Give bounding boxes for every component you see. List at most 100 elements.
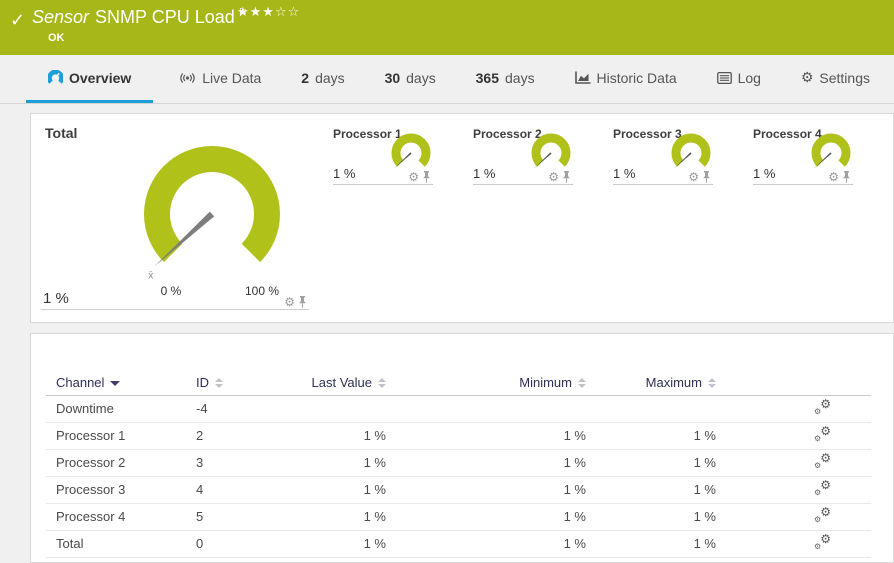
- table-row[interactable]: Processor 4 5 1 % 1 % 1 % ⚙ ⚙: [46, 503, 871, 530]
- pin-icon[interactable]: [422, 171, 431, 183]
- cell-minimum: [396, 395, 596, 422]
- gauge-processor-4: Processor 4 1 % ⚙: [753, 127, 853, 189]
- pin-icon[interactable]: [702, 171, 711, 183]
- channel-settings-gears-icon[interactable]: ⚙ ⚙: [814, 508, 831, 523]
- pin-icon[interactable]: [842, 171, 851, 183]
- tab-days[interactable]: 2 days: [287, 55, 358, 103]
- tab-live-data[interactable]: Live Data: [165, 55, 275, 103]
- cell-actions: ⚙ ⚙: [726, 395, 871, 422]
- log-icon: [717, 72, 732, 84]
- processor-gauge-footer: 1 % ⚙: [613, 161, 713, 185]
- gauge-processor-3: Processor 3 1 % ⚙: [613, 127, 713, 189]
- sort-icon: [378, 378, 386, 388]
- cell-minimum: 1 %: [396, 503, 596, 530]
- sort-icon: [578, 378, 586, 388]
- gauge-icon: [48, 70, 63, 85]
- cell-actions: ⚙ ⚙: [726, 422, 871, 449]
- tab-label: Live Data: [202, 70, 261, 86]
- tab-number: 365: [476, 70, 499, 86]
- cell-last-value: 1 %: [296, 449, 396, 476]
- total-gauge-footer: 1 % ⚙: [41, 286, 309, 310]
- sort-desc-icon: [110, 381, 120, 386]
- sensor-header: ✓ SensorSNMP CPU Load⚐ OK ★★★☆☆: [0, 0, 894, 55]
- pin-icon[interactable]: [298, 296, 307, 308]
- cell-id: 5: [196, 503, 296, 530]
- table-row[interactable]: Total 0 1 % 1 % 1 % ⚙ ⚙: [46, 530, 871, 557]
- tab-historic-data[interactable]: Historic Data: [561, 55, 691, 103]
- sensor-type-label: Sensor: [32, 7, 89, 27]
- cell-channel: Processor 1: [46, 422, 196, 449]
- channel-settings-gears-icon[interactable]: ⚙ ⚙: [814, 535, 831, 550]
- cell-maximum: 1 %: [596, 422, 726, 449]
- tab-days[interactable]: 30 days: [371, 55, 450, 103]
- processor-gauge-footer: 1 % ⚙: [473, 161, 573, 185]
- channels-table: ChannelIDLast ValueMinimumMaximum Downti…: [46, 370, 871, 558]
- cell-minimum: 1 %: [396, 530, 596, 557]
- channel-settings-gears-icon[interactable]: ⚙ ⚙: [814, 454, 831, 469]
- column-header-id[interactable]: ID: [196, 370, 296, 395]
- cell-channel: Processor 4: [46, 503, 196, 530]
- cell-actions: ⚙ ⚙: [726, 503, 871, 530]
- table-row[interactable]: Processor 2 3 1 % 1 % 1 % ⚙ ⚙: [46, 449, 871, 476]
- processor-gauge-value: 1 %: [753, 166, 775, 181]
- cell-actions: ⚙ ⚙: [726, 449, 871, 476]
- check-icon: ✓: [10, 10, 25, 31]
- cell-actions: ⚙ ⚙: [726, 476, 871, 503]
- gauge-processor-2: Processor 2 1 % ⚙: [473, 127, 573, 189]
- processor-gauge-footer: 1 % ⚙: [333, 161, 433, 185]
- channel-settings-gears-icon[interactable]: ⚙ ⚙: [814, 427, 831, 442]
- tab-label: Historic Data: [597, 70, 677, 86]
- table-row[interactable]: Processor 3 4 1 % 1 % 1 % ⚙ ⚙: [46, 476, 871, 503]
- cell-id: 2: [196, 422, 296, 449]
- settings-gear-icon: ⚙: [801, 70, 814, 86]
- cell-maximum: 1 %: [596, 530, 726, 557]
- tab-number: 2: [301, 70, 309, 86]
- column-header-minimum[interactable]: Minimum: [396, 370, 596, 395]
- status-badge: OK: [48, 32, 248, 44]
- live-data-icon: [179, 72, 196, 84]
- priority-stars[interactable]: ★★★☆☆: [237, 5, 300, 20]
- channel-settings-gears-icon[interactable]: ⚙ ⚙: [814, 400, 831, 415]
- total-gauge: x̄: [122, 132, 302, 302]
- gauge-settings-gear-icon[interactable]: ⚙: [688, 171, 699, 183]
- processor-gauge-value: 1 %: [473, 166, 495, 181]
- cell-maximum: 1 %: [596, 449, 726, 476]
- column-header-last-value[interactable]: Last Value: [296, 370, 396, 395]
- gauge-settings-gear-icon[interactable]: ⚙: [408, 171, 419, 183]
- cell-id: 4: [196, 476, 296, 503]
- cell-last-value: 1 %: [296, 476, 396, 503]
- tab-log[interactable]: Log: [703, 55, 775, 103]
- processor-gauge-value: 1 %: [613, 166, 635, 181]
- processor-gauge-value: 1 %: [333, 166, 355, 181]
- column-header-actions: [726, 370, 871, 395]
- cell-minimum: 1 %: [396, 422, 596, 449]
- sort-icon: [708, 378, 716, 388]
- table-row[interactable]: Downtime -4 ⚙ ⚙: [46, 395, 871, 422]
- tab-days[interactable]: 365 days: [462, 55, 549, 103]
- tab-label: Settings: [819, 70, 870, 86]
- cell-minimum: 1 %: [396, 449, 596, 476]
- pin-icon[interactable]: [562, 171, 571, 183]
- channel-settings-gears-icon[interactable]: ⚙ ⚙: [814, 481, 831, 496]
- column-header-maximum[interactable]: Maximum: [596, 370, 726, 395]
- historic-data-icon: [575, 71, 591, 84]
- cell-last-value: [296, 395, 396, 422]
- processor-gauge-footer: 1 % ⚙: [753, 161, 853, 185]
- table-body: Downtime -4 ⚙ ⚙ Processor 1 2 1 % 1 % 1 …: [46, 395, 871, 557]
- table-row[interactable]: Processor 1 2 1 % 1 % 1 % ⚙ ⚙: [46, 422, 871, 449]
- tab-label: days: [406, 70, 436, 86]
- gauge-settings-gear-icon[interactable]: ⚙: [548, 171, 559, 183]
- svg-text:x̄: x̄: [148, 270, 153, 281]
- tab-overview[interactable]: Overview: [26, 55, 153, 103]
- column-header-channel[interactable]: Channel: [46, 370, 196, 395]
- cell-maximum: [596, 395, 726, 422]
- tab-settings[interactable]: ⚙ Settings: [787, 55, 884, 103]
- tab-label: days: [315, 70, 345, 86]
- total-gauge-value: 1 %: [43, 290, 69, 307]
- gauge-settings-gear-icon[interactable]: ⚙: [828, 171, 839, 183]
- cell-channel: Processor 3: [46, 476, 196, 503]
- cell-id: -4: [196, 395, 296, 422]
- cell-channel: Total: [46, 530, 196, 557]
- gauge-settings-gear-icon[interactable]: ⚙: [284, 296, 295, 308]
- cell-id: 0: [196, 530, 296, 557]
